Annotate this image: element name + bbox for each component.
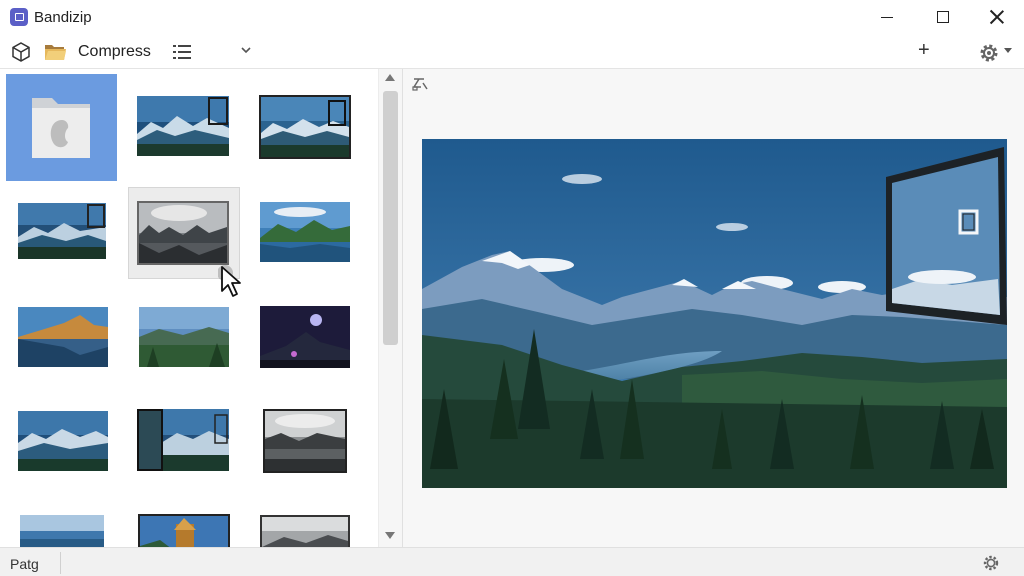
list-view-icon[interactable] bbox=[172, 43, 192, 61]
add-button[interactable]: + bbox=[918, 40, 930, 60]
image-thumbnail[interactable] bbox=[260, 515, 350, 547]
folder-icon bbox=[32, 98, 90, 158]
image-thumbnail[interactable] bbox=[263, 409, 347, 473]
mouse-cursor-icon bbox=[218, 265, 241, 297]
thumbnail-scrollbar[interactable] bbox=[378, 69, 402, 547]
close-button[interactable] bbox=[970, 0, 1024, 34]
close-icon bbox=[990, 10, 1004, 24]
preview-tool-icon[interactable] bbox=[411, 75, 429, 93]
gear-icon[interactable] bbox=[978, 42, 1000, 64]
status-bar: Patg bbox=[0, 547, 1024, 576]
status-path-label: Patg bbox=[10, 556, 39, 572]
image-preview bbox=[422, 139, 1007, 488]
title-bar: Bandizip bbox=[0, 0, 1024, 34]
chevron-down-icon[interactable] bbox=[240, 46, 252, 54]
compress-button[interactable]: Compress bbox=[78, 43, 151, 61]
image-thumbnail-hovered[interactable] bbox=[137, 201, 229, 265]
image-thumbnail[interactable] bbox=[137, 96, 229, 156]
scroll-down-icon[interactable] bbox=[385, 532, 395, 539]
bandizip-window: Bandizip Compress + Patg bbox=[0, 0, 1024, 576]
bandizip-app-icon bbox=[10, 8, 28, 26]
minimize-icon bbox=[881, 16, 893, 18]
scroll-up-icon[interactable] bbox=[385, 74, 395, 81]
folder-item-selected[interactable] bbox=[6, 74, 117, 181]
status-gear-icon[interactable] bbox=[982, 554, 1000, 572]
preview-pane bbox=[402, 69, 1024, 547]
thumbnail-grid bbox=[0, 69, 378, 547]
image-thumbnail[interactable] bbox=[139, 307, 229, 367]
scrollbar-thumb[interactable] bbox=[383, 91, 398, 345]
minimize-button[interactable] bbox=[860, 0, 914, 34]
maximize-button[interactable] bbox=[916, 0, 970, 34]
status-divider bbox=[60, 552, 61, 574]
maximize-icon bbox=[937, 11, 949, 23]
image-thumbnail[interactable] bbox=[138, 514, 230, 547]
settings-dropdown-icon[interactable] bbox=[1004, 48, 1012, 53]
image-thumbnail[interactable] bbox=[137, 409, 229, 471]
folder-open-icon[interactable] bbox=[44, 42, 68, 62]
image-thumbnail[interactable] bbox=[260, 306, 350, 368]
image-thumbnail[interactable] bbox=[20, 515, 104, 547]
image-thumbnail[interactable] bbox=[18, 203, 106, 259]
window-title: Bandizip bbox=[34, 9, 92, 26]
image-thumbnail[interactable] bbox=[18, 307, 108, 367]
toolbar: Compress + bbox=[0, 34, 1024, 68]
package-icon[interactable] bbox=[10, 41, 32, 63]
image-thumbnail[interactable] bbox=[260, 202, 350, 262]
image-thumbnail[interactable] bbox=[259, 95, 351, 159]
image-thumbnail[interactable] bbox=[18, 411, 108, 471]
